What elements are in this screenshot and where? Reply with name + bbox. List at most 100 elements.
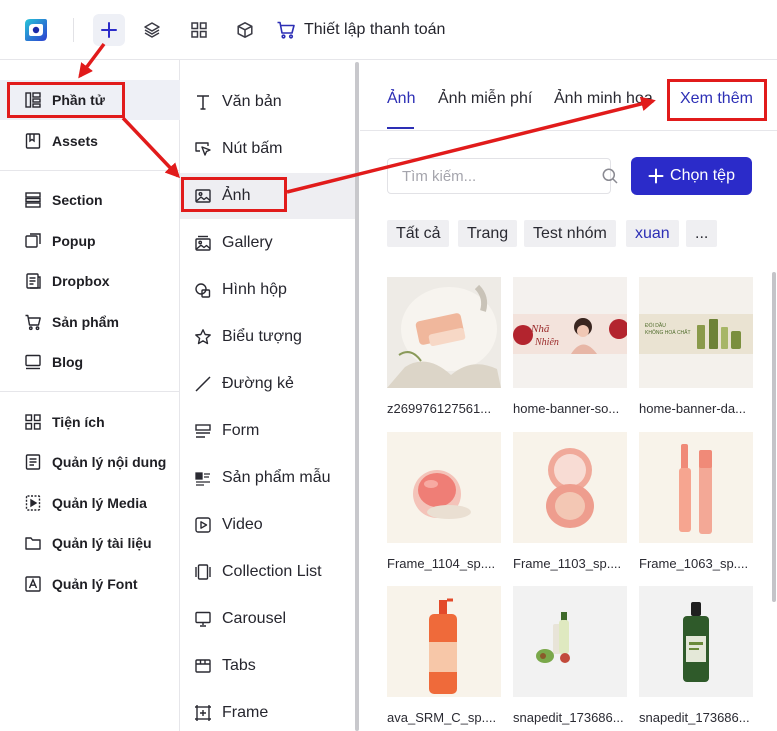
- element-item-shape[interactable]: Hình hộp: [180, 267, 356, 313]
- sidebar-item-media-manager[interactable]: Quản lý Media: [0, 483, 180, 523]
- filter-chip-test-group[interactable]: Test nhóm: [524, 220, 616, 247]
- collection-icon: [194, 563, 212, 581]
- element-list-scrollbar[interactable]: [355, 62, 359, 731]
- sidebar-item-label: Dropbox: [52, 273, 110, 289]
- checkout-settings-button[interactable]: Thiết lập thanh toán: [276, 17, 445, 43]
- svg-text:KHÔNG HOÁ CHẤT: KHÔNG HOÁ CHẤT: [645, 329, 691, 336]
- sidebar-item-dropbox[interactable]: Dropbox: [0, 261, 180, 301]
- tab-see-more[interactable]: Xem thêm: [680, 90, 753, 108]
- element-item-collection-list[interactable]: Collection List: [180, 549, 356, 595]
- image-caption: Frame_1104_sp....: [387, 556, 496, 571]
- element-item-video[interactable]: Video: [180, 502, 356, 548]
- sidebar-item-label: Tiện ích: [52, 414, 105, 430]
- search-icon[interactable]: [601, 167, 619, 185]
- image-icon: [194, 187, 212, 205]
- shape-icon: [194, 281, 212, 299]
- toolbar-divider: [73, 18, 74, 42]
- line-icon: [194, 375, 212, 393]
- sidebar-item-label: Phần tử: [52, 92, 105, 108]
- tab-illustrations[interactable]: Ảnh minh họa: [554, 90, 653, 108]
- element-item-label: Biểu tượng: [222, 328, 302, 345]
- image-thumbnail[interactable]: [513, 432, 627, 543]
- image-caption: home-banner-da...: [639, 401, 746, 416]
- element-item-frame[interactable]: Frame: [180, 690, 356, 731]
- blog-icon: [24, 353, 42, 371]
- folder-icon: [24, 534, 42, 552]
- add-element-button[interactable]: [93, 14, 125, 46]
- element-item-text[interactable]: Văn bản: [180, 79, 356, 125]
- image-thumbnail[interactable]: [387, 277, 501, 388]
- image-caption: ava_SRM_C_sp....: [387, 710, 497, 725]
- checkout-settings-label: Thiết lập thanh toán: [304, 21, 446, 38]
- sidebar-item-font-manager[interactable]: Quản lý Font: [0, 564, 180, 604]
- image-caption: snapedit_173686...: [639, 710, 750, 725]
- filter-chip-all[interactable]: Tất cả: [387, 220, 450, 247]
- app-logo-icon[interactable]: [22, 16, 50, 44]
- choose-file-button[interactable]: Chọn tệp: [631, 157, 752, 195]
- element-item-label: Hình hộp: [222, 281, 287, 298]
- active-tab-indicator: [387, 127, 414, 129]
- filter-chip-more[interactable]: ...: [686, 220, 718, 247]
- cursor-icon: [194, 140, 212, 158]
- plus-icon: [648, 168, 664, 184]
- widgets-button[interactable]: [183, 14, 215, 46]
- image-caption: Frame_1063_sp....: [639, 556, 749, 571]
- sidebar-item-blog[interactable]: Blog: [0, 342, 180, 382]
- grid-icon: [190, 21, 208, 39]
- popup-icon: [24, 232, 42, 250]
- image-search-box: [387, 158, 618, 194]
- sidebar-divider: [0, 391, 180, 392]
- content-icon: [24, 453, 42, 471]
- image-thumbnail[interactable]: [639, 432, 753, 543]
- element-item-line[interactable]: Đường kẻ: [180, 361, 356, 407]
- sidebar-item-utilities[interactable]: Tiện ích: [0, 402, 180, 442]
- element-list: Văn bản Nút bấm Ảnh Gallery Hình hộp Biể…: [180, 60, 356, 731]
- element-item-carousel[interactable]: Carousel: [180, 596, 356, 642]
- tab-my-images[interactable]: Ảnh: [387, 90, 415, 108]
- image-thumbnail[interactable]: Nhã Nhiên: [513, 277, 627, 388]
- element-item-gallery[interactable]: Gallery: [180, 220, 356, 266]
- bookmark-icon: [24, 132, 42, 150]
- package-button[interactable]: [229, 14, 261, 46]
- image-caption: home-banner-so...: [513, 401, 620, 416]
- sidebar-item-section[interactable]: Section: [0, 180, 180, 220]
- image-thumbnail[interactable]: [387, 586, 501, 697]
- sidebar-item-assets[interactable]: Assets: [0, 121, 180, 161]
- element-item-form[interactable]: Form: [180, 408, 356, 454]
- image-thumbnail[interactable]: [513, 586, 627, 697]
- element-item-label: Form: [222, 422, 260, 439]
- element-item-label: Collection List: [222, 563, 322, 580]
- image-thumbnail[interactable]: [387, 432, 501, 543]
- image-panel-scrollbar[interactable]: [772, 272, 776, 602]
- sidebar-item-label: Sản phẩm: [52, 314, 119, 330]
- sidebar-item-document-manager[interactable]: Quản lý tài liệu: [0, 523, 180, 563]
- element-item-label: Video: [222, 516, 263, 533]
- form-icon: [194, 422, 212, 440]
- element-item-label: Nút bấm: [222, 140, 283, 157]
- sidebar-item-products[interactable]: Sản phẩm: [0, 302, 180, 342]
- tab-free-images[interactable]: Ảnh miễn phí: [438, 90, 532, 108]
- filter-chip-xuan[interactable]: xuan: [626, 220, 679, 247]
- element-item-sample-product[interactable]: Sản phẩm mẫu: [180, 455, 356, 501]
- sidebar-item-content-manager[interactable]: Quản lý nội dung: [0, 442, 180, 482]
- filter-chip-page[interactable]: Trang: [458, 220, 518, 247]
- element-item-label: Frame: [222, 704, 269, 721]
- image-thumbnail[interactable]: ĐỔI DẦU KHÔNG HOÁ CHẤT: [639, 277, 753, 388]
- sidebar-item-popup[interactable]: Popup: [0, 221, 180, 261]
- element-item-tabs[interactable]: Tabs: [180, 643, 356, 689]
- image-source-tabs: Ảnh Ảnh miễn phí Ảnh minh họa Xem thêm: [360, 60, 777, 131]
- element-item-icon[interactable]: Biểu tượng: [180, 314, 356, 360]
- sidebar-item-label: Quản lý Media: [52, 495, 147, 511]
- element-item-image[interactable]: Ảnh: [180, 173, 356, 219]
- search-input[interactable]: [402, 167, 601, 185]
- image-thumbnail[interactable]: [639, 586, 753, 697]
- sidebar-item-label: Quản lý tài liệu: [52, 535, 152, 551]
- element-item-button[interactable]: Nút bấm: [180, 126, 356, 172]
- sidebar-item-label: Quản lý Font: [52, 576, 138, 592]
- element-item-label: Tabs: [222, 657, 256, 674]
- media-icon: [24, 494, 42, 512]
- text-icon: [194, 93, 212, 111]
- layers-button[interactable]: [136, 14, 168, 46]
- element-item-label: Văn bản: [222, 93, 282, 110]
- sidebar-item-elements[interactable]: Phần tử: [0, 80, 180, 120]
